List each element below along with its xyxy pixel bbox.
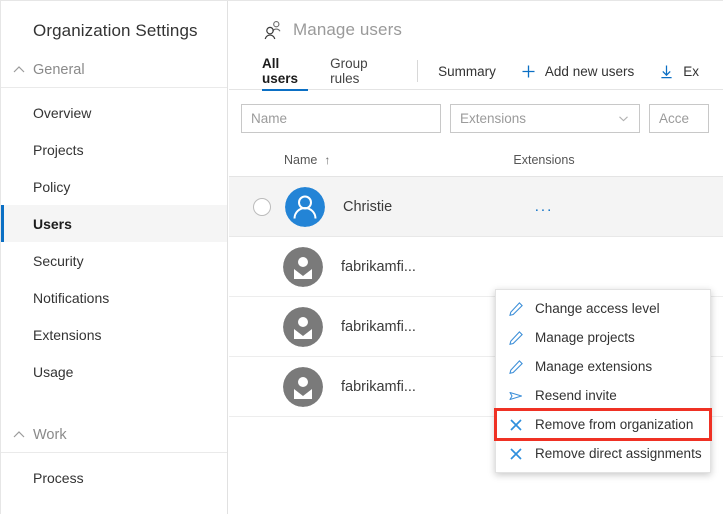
sidebar-section-general[interactable]: General xyxy=(1,53,227,88)
export-label: Ex xyxy=(683,64,699,79)
extensions-filter-select[interactable]: Extensions xyxy=(450,104,640,133)
menu-item-remove-from-organization[interactable]: Remove from organization xyxy=(496,410,710,439)
row-radio-slot xyxy=(253,379,269,395)
manage-users-title: Manage users xyxy=(293,20,402,40)
extensions-filter-placeholder: Extensions xyxy=(460,111,526,126)
tab-all-users[interactable]: All users xyxy=(262,53,308,90)
menu-item-label: Remove from organization xyxy=(535,417,693,432)
toolbar-divider xyxy=(417,60,418,82)
access-filter-select[interactable]: Acce xyxy=(649,104,709,133)
sidebar-section-work[interactable]: Work xyxy=(1,418,227,453)
menu-item-change-access-level[interactable]: Change access level xyxy=(496,294,710,323)
table-header: Name ↑ Extensions xyxy=(229,143,723,177)
summary-button[interactable]: Summary xyxy=(438,64,496,79)
menu-item-label: Change access level xyxy=(535,301,660,316)
row-radio-slot xyxy=(253,259,269,275)
menu-item-manage-projects[interactable]: Manage projects xyxy=(496,323,710,352)
name-filter-placeholder: Name xyxy=(251,111,287,126)
sidebar: Organization Settings General Overview P… xyxy=(1,1,228,514)
chevron-up-icon xyxy=(11,427,27,443)
sidebar-item-security[interactable]: Security xyxy=(1,242,227,279)
add-new-users-label: Add new users xyxy=(545,64,634,79)
download-icon xyxy=(658,63,675,80)
table-row[interactable]: Christie ... xyxy=(229,177,723,237)
column-header-extensions[interactable]: Extensions xyxy=(479,153,609,167)
sidebar-item-label: Process xyxy=(33,470,84,486)
sidebar-item-label: Usage xyxy=(33,364,73,380)
row-actions-ellipsis[interactable]: ... xyxy=(479,199,609,214)
sidebar-item-users[interactable]: Users xyxy=(1,205,227,242)
tab-label: Group rules xyxy=(330,56,387,86)
sidebar-item-extensions[interactable]: Extensions xyxy=(1,316,227,353)
menu-item-resend-invite[interactable]: Resend invite xyxy=(496,381,710,410)
avatar xyxy=(283,307,323,347)
access-filter-placeholder: Acce xyxy=(659,111,689,126)
sidebar-item-overview[interactable]: Overview xyxy=(1,94,227,131)
row-context-menu: Change access level Manage projects Mana… xyxy=(495,289,711,473)
filter-row: Name Extensions Acce xyxy=(229,90,723,133)
user-name: Christie xyxy=(343,199,392,215)
sidebar-item-label: Policy xyxy=(33,179,70,195)
tab-group-rules[interactable]: Group rules xyxy=(330,53,387,90)
row-radio-slot xyxy=(253,319,269,335)
menu-item-remove-direct-assignments[interactable]: Remove direct assignments xyxy=(496,439,710,468)
row-radio-button[interactable] xyxy=(253,198,271,216)
user-name: fabrikamfi... xyxy=(341,259,416,275)
avatar xyxy=(283,247,323,287)
sidebar-item-label: Users xyxy=(33,216,72,232)
send-icon xyxy=(508,388,524,404)
sidebar-item-label: Extensions xyxy=(33,327,101,343)
user-name: fabrikamfi... xyxy=(341,379,416,395)
chevron-down-icon xyxy=(617,112,630,125)
plus-icon xyxy=(520,63,537,80)
tabbar: All users Group rules Summary Add new us… xyxy=(229,53,723,90)
x-icon xyxy=(508,417,524,433)
user-name: fabrikamfi... xyxy=(341,319,416,335)
tab-label: All users xyxy=(262,56,308,86)
sidebar-item-policy[interactable]: Policy xyxy=(1,168,227,205)
sidebar-item-label: Security xyxy=(33,253,84,269)
sidebar-item-notifications[interactable]: Notifications xyxy=(1,279,227,316)
sidebar-nav-work: Process xyxy=(1,453,227,496)
menu-item-manage-extensions[interactable]: Manage extensions xyxy=(496,352,710,381)
pencil-icon xyxy=(508,359,524,375)
column-header-extensions-label: Extensions xyxy=(513,153,574,167)
people-icon xyxy=(262,19,284,41)
chevron-up-icon xyxy=(11,62,27,78)
sidebar-section-label: Work xyxy=(33,427,67,443)
summary-label: Summary xyxy=(438,64,496,79)
column-header-name-label: Name xyxy=(284,153,317,167)
export-button[interactable]: Ex xyxy=(658,63,699,80)
menu-item-label: Resend invite xyxy=(535,388,617,403)
sidebar-item-process[interactable]: Process xyxy=(1,459,227,496)
sidebar-item-label: Notifications xyxy=(33,290,109,306)
sidebar-item-label: Overview xyxy=(33,105,91,121)
menu-item-label: Remove direct assignments xyxy=(535,446,702,461)
add-new-users-button[interactable]: Add new users xyxy=(520,63,634,80)
app-window: Organization Settings General Overview P… xyxy=(0,0,723,514)
avatar xyxy=(285,187,325,227)
name-filter-input[interactable]: Name xyxy=(241,104,441,133)
page-title: Organization Settings xyxy=(1,1,227,53)
sidebar-item-usage[interactable]: Usage xyxy=(1,353,227,390)
sidebar-item-label: Projects xyxy=(33,142,84,158)
pencil-icon xyxy=(508,301,524,317)
pencil-icon xyxy=(508,330,524,346)
table-row[interactable]: fabrikamfi... xyxy=(229,237,723,297)
x-icon xyxy=(508,446,524,462)
sidebar-item-projects[interactable]: Projects xyxy=(1,131,227,168)
sidebar-nav-general: Overview Projects Policy Users Security … xyxy=(1,88,227,390)
column-header-name[interactable]: Name ↑ xyxy=(229,153,479,167)
manage-users-header: Manage users xyxy=(229,1,723,35)
sidebar-section-label: General xyxy=(33,62,85,78)
avatar xyxy=(283,367,323,407)
menu-item-label: Manage projects xyxy=(535,330,635,345)
menu-item-label: Manage extensions xyxy=(535,359,652,374)
sort-ascending-icon: ↑ xyxy=(324,153,330,167)
